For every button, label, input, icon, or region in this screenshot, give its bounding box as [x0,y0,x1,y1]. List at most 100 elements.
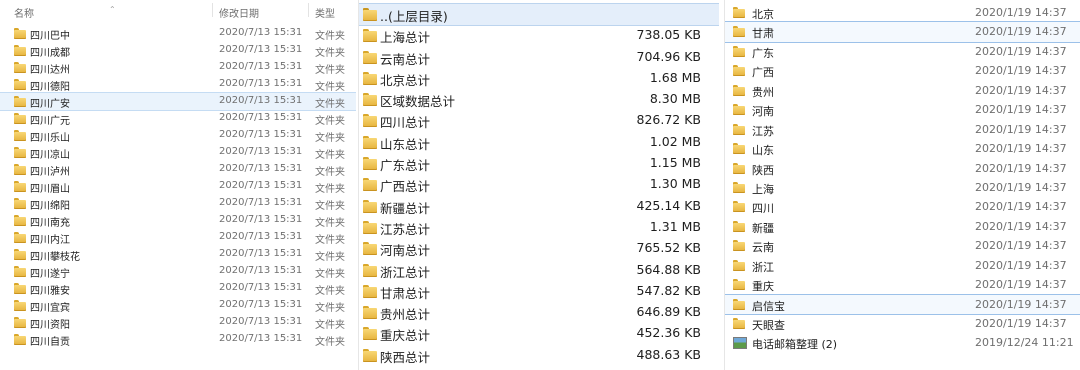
table-row[interactable]: 四川雅安 2020/7/13 15:31 文件夹 [0,280,356,297]
file-name: 重庆 [752,280,774,294]
file-type: 文件夹 [315,99,345,110]
table-row[interactable]: 广西总计 1.30 MB [359,174,719,195]
folder-icon [14,147,26,158]
table-row[interactable]: 云南总计 704.96 KB [359,47,719,68]
table-row[interactable]: 四川攀枝花 2020/7/13 15:31 文件夹 [0,246,356,263]
file-name: 江苏 [752,124,774,138]
table-row[interactable]: 贵州 2020/1/19 14:37 [725,81,1080,100]
table-row[interactable]: 甘肃 2020/1/19 14:37 [725,21,1080,43]
file-size: 738.05 KB [636,27,701,43]
table-row[interactable]: 新疆总计 425.14 KB [359,196,719,217]
table-row[interactable]: 电话邮箱整理 (2) 2019/12/24 11:21 [725,333,1080,352]
table-row[interactable]: 启信宝 2020/1/19 14:37 [725,293,1080,316]
column-header-name[interactable]: 名称 [14,5,34,20]
table-row[interactable]: 四川遂宁 2020/7/13 15:31 文件夹 [0,263,356,280]
folder-icon [363,114,377,128]
folder-icon [14,28,26,39]
table-row[interactable]: 甘肃总计 547.82 KB [359,281,719,302]
file-type: 文件夹 [315,337,345,348]
table-row[interactable]: 广西 2020/1/19 14:37 [725,61,1080,80]
modified-date: 2020/1/19 14:37 [975,122,1067,136]
left-file-rows: 四川巴中 2020/7/13 15:31 文件夹 四川成都 2020/7/13 15:3… [0,25,356,348]
table-row[interactable]: 四川南充 2020/7/13 15:31 文件夹 [0,212,356,229]
table-row[interactable]: 四川宜宾 2020/7/13 15:31 文件夹 [0,297,356,314]
table-row[interactable]: 重庆总计 452.36 KB [359,323,719,344]
table-row[interactable]: 四川广元 2020/7/13 15:31 文件夹 [0,110,356,127]
table-row[interactable]: 山东 2020/1/19 14:37 [725,139,1080,158]
folder-icon [14,62,26,73]
folder-icon [363,178,377,192]
table-row[interactable]: 新疆 2020/1/19 14:37 [725,217,1080,236]
file-name: 甘肃总计 [380,285,431,301]
table-row[interactable]: 上海 2020/1/19 14:37 [725,178,1080,197]
folder-icon [14,232,26,243]
table-row[interactable]: 浙江总计 564.88 KB [359,260,719,281]
column-divider[interactable] [212,3,213,17]
file-name: 河南 [752,105,774,119]
table-row[interactable]: 四川乐山 2020/7/13 15:31 文件夹 [0,127,356,144]
table-row[interactable]: 四川内江 2020/7/13 15:31 文件夹 [0,229,356,246]
table-row[interactable]: 四川广安 2020/7/13 15:31 文件夹 [0,92,356,111]
file-name: 浙江总计 [380,264,431,280]
right-file-list-panel: 北京 2020/1/19 14:37 甘肃 2020/1/19 14:37 广东 2020… [724,0,1080,370]
table-row[interactable]: 江苏 2020/1/19 14:37 [725,120,1080,139]
table-row[interactable]: 江苏总计 1.31 MB [359,217,719,238]
table-row[interactable]: 云南 2020/1/19 14:37 [725,236,1080,255]
table-row[interactable]: 四川眉山 2020/7/13 15:31 文件夹 [0,178,356,195]
folder-icon [733,143,745,155]
table-row[interactable]: 北京 2020/1/19 14:37 [725,3,1080,22]
table-row[interactable]: 重庆 2020/1/19 14:37 [725,275,1080,294]
table-row[interactable]: 上海总计 738.05 KB [359,25,719,46]
table-row[interactable]: 四川达州 2020/7/13 15:31 文件夹 [0,59,356,76]
table-row[interactable]: 四川德阳 2020/7/13 15:31 文件夹 [0,76,356,93]
table-row[interactable]: 河南总计 765.52 KB [359,238,719,259]
folder-icon [14,198,26,209]
table-row[interactable]: 浙江 2020/1/19 14:37 [725,256,1080,275]
folder-icon [14,181,26,192]
table-row[interactable]: 四川自贡 2020/7/13 15:31 文件夹 [0,331,356,348]
folder-icon [363,263,377,277]
file-name: 新疆总计 [380,200,431,216]
modified-date: 2020/1/19 14:37 [975,317,1067,330]
table-row[interactable]: 天眼查 2020/1/19 14:37 [725,314,1080,333]
modified-date: 2020/1/19 14:37 [975,161,1067,175]
file-name: 云南总计 [380,51,431,67]
file-size: 1.31 MB [649,218,701,234]
table-row[interactable]: 四川总计 826.72 KB [359,110,719,131]
table-row[interactable]: 四川成都 2020/7/13 15:31 文件夹 [0,42,356,59]
table-row[interactable]: 四川绵阳 2020/7/13 15:31 文件夹 [0,195,356,212]
file-type: 文件夹 [315,269,345,280]
file-name: 四川雅安 [30,286,70,297]
table-row[interactable]: 山东总计 1.02 MB [359,132,719,153]
middle-file-list-panel: ..(上层目录) 上海总计 738.05 KB 云南总计 704.96 KB 北京总计 1.… [358,0,719,370]
folder-icon [14,113,26,124]
table-row[interactable]: 北京总计 1.68 MB [359,68,719,89]
modified-date: 2020/7/13 15:31 [219,248,303,259]
column-header-modified[interactable]: 修改日期 [219,5,259,20]
folder-icon [733,201,745,213]
table-row[interactable]: 四川泸州 2020/7/13 15:31 文件夹 [0,161,356,178]
folder-icon [14,79,26,90]
folder-icon [363,242,377,256]
table-row[interactable]: 陕西总计 488.63 KB [359,345,719,366]
parent-directory-row[interactable]: ..(上层目录) [359,2,719,27]
column-header-type[interactable]: 类型 [315,5,335,20]
modified-date: 2020/7/13 15:31 [219,197,303,208]
table-row[interactable]: 河南 2020/1/19 14:37 [725,100,1080,119]
modified-date: 2020/7/13 15:31 [219,180,303,191]
table-row[interactable]: 广东总计 1.15 MB [359,153,719,174]
middle-file-rows: ..(上层目录) 上海总计 738.05 KB 云南总计 704.96 KB 北京总计 1.… [359,2,719,366]
table-row[interactable]: 广东 2020/1/19 14:37 [725,42,1080,61]
table-row[interactable]: 四川 2020/1/19 14:37 [725,197,1080,216]
table-row[interactable]: 四川巴中 2020/7/13 15:31 文件夹 [0,25,356,42]
table-row[interactable]: 陕西 2020/1/19 14:37 [725,159,1080,178]
column-divider[interactable] [308,3,309,17]
table-row[interactable]: 区域数据总计 8.30 MB [359,89,719,110]
table-row[interactable]: 贵州总计 646.89 KB [359,302,719,323]
file-type: 文件夹 [315,184,345,195]
table-row[interactable]: 四川凉山 2020/7/13 15:31 文件夹 [0,144,356,161]
table-row[interactable]: 四川资阳 2020/7/13 15:31 文件夹 [0,314,356,331]
file-name: 广东 [752,46,774,60]
file-name: 甘肃 [752,27,774,41]
file-name: 四川达州 [30,65,70,76]
